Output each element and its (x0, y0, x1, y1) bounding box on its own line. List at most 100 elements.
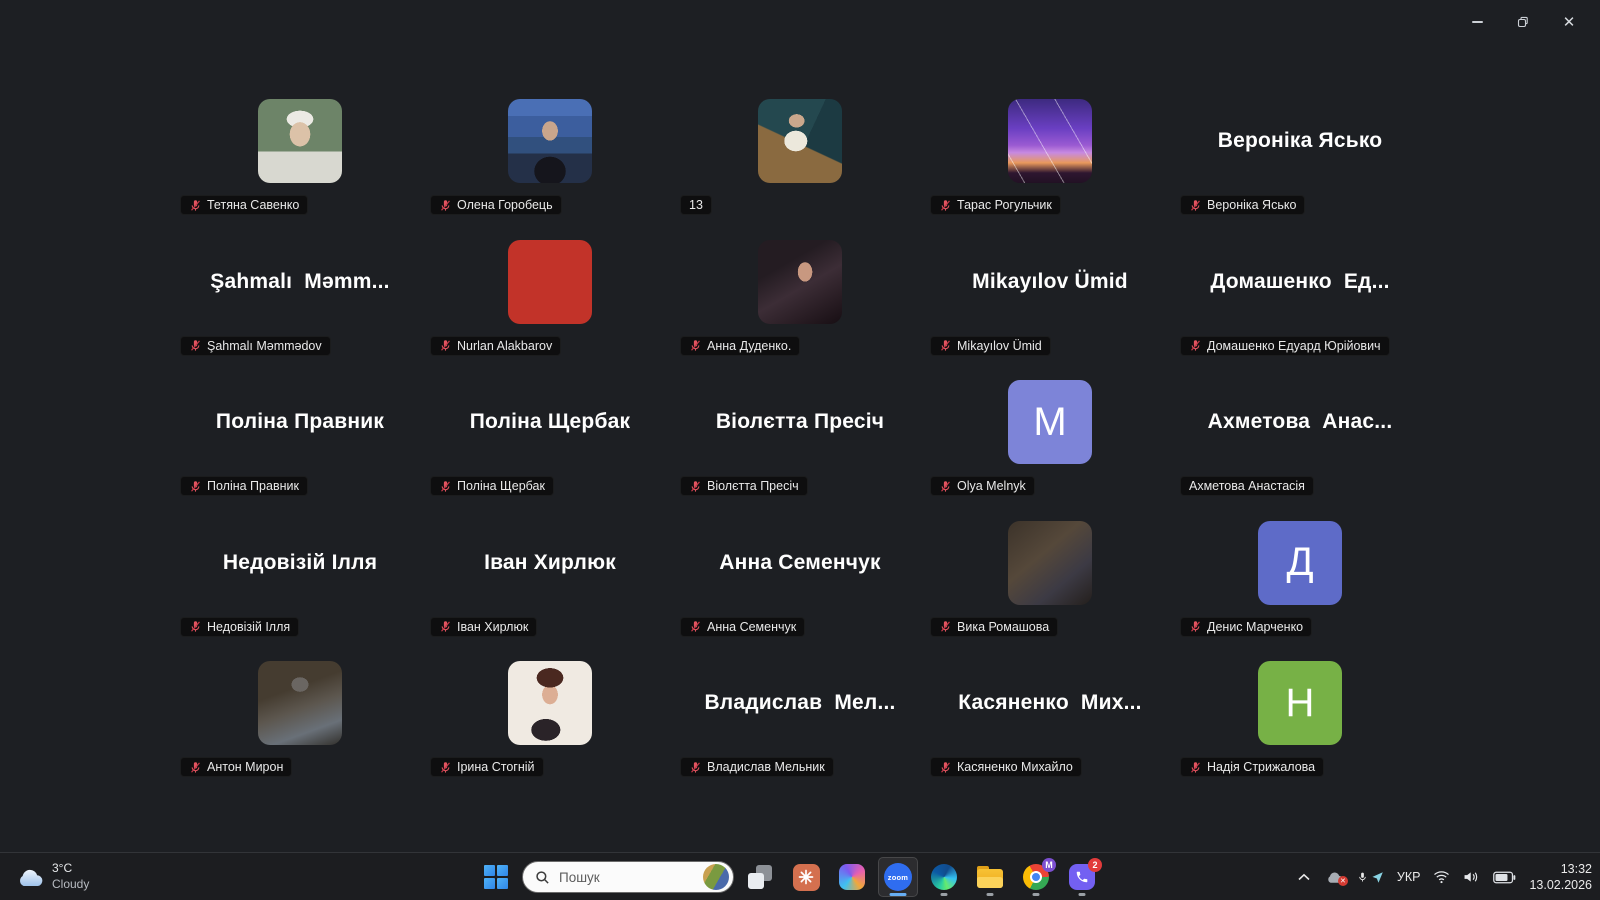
participant-tile[interactable]: Віолєтта Пресіч Віолєтта Пресіч (675, 368, 925, 509)
participant-avatar-solid (508, 239, 592, 324)
restore-button[interactable] (1500, 6, 1546, 38)
participant-name-tag: Анна Дуденко. (680, 335, 801, 356)
close-button[interactable]: ✕ (1546, 6, 1592, 38)
participant-tile[interactable]: Вика Ромашова (925, 509, 1175, 650)
clock[interactable]: 13:32 13.02.2026 (1529, 861, 1592, 894)
muted-mic-icon (691, 340, 700, 351)
participant-tile[interactable]: Н Надія Стрижалова (1175, 649, 1425, 790)
participant-tile[interactable]: Şahmalı Məmm... Şahmalı Məmmədov (175, 228, 425, 369)
participant-display-name: Касяненко Мих... (958, 691, 1142, 714)
participant-name-label: Антон Мирон (207, 760, 284, 774)
participant-tile[interactable]: Іван Хирлюк Іван Хирлюк (425, 509, 675, 650)
participant-name-label: Іван Хирлюк (457, 619, 529, 634)
participant-display-name: Поліна Щербак (469, 410, 631, 433)
participant-name-tag: Домашенко Едуард Юрійович (1180, 335, 1390, 356)
participant-tile[interactable]: Недовізій Ілля Недовізій Ілля (175, 509, 425, 650)
muted-mic-icon (191, 621, 200, 632)
volume-button[interactable] (1463, 870, 1480, 884)
search-box[interactable]: Пошук (522, 861, 734, 893)
participant-tile[interactable]: Вероніка Ясько Вероніка Ясько (1175, 87, 1425, 228)
participant-name-label: Анна Семенчук (707, 619, 797, 634)
participant-avatar-photo (1008, 99, 1092, 183)
participant-name-label: Недовізій Ілля (207, 619, 291, 634)
tray-chevron-button[interactable] (1297, 872, 1311, 882)
participant-name-label: 13 (689, 198, 703, 212)
participant-tile[interactable]: 13 (675, 87, 925, 228)
participant-tile[interactable]: Nurlan Alakbarov (425, 228, 675, 369)
participant-tile[interactable]: Поліна Правник Поліна Правник (175, 368, 425, 509)
language-indicator[interactable]: УКР (1397, 870, 1421, 884)
participant-tile[interactable]: Тарас Рогульчик (925, 87, 1175, 228)
taskbar-app-edge[interactable] (924, 857, 964, 897)
participant-tile[interactable]: Домашенко Ед... Домашенко Едуард Юрійович (1175, 228, 1425, 369)
participant-tile[interactable]: Тетяна Савенко (175, 87, 425, 228)
wifi-button[interactable] (1433, 870, 1450, 884)
participant-name-tag: Антон Мирон (180, 757, 293, 777)
participant-tile[interactable]: Владислав Мел... Владислав Мельник (675, 649, 925, 790)
participant-name-label: Надія Стрижалова (1207, 760, 1316, 774)
running-indicator (986, 893, 994, 896)
search-daily-image[interactable] (703, 864, 729, 890)
battery-icon (1493, 871, 1516, 883)
participant-name-tag: 13 (680, 195, 712, 215)
participant-display-name: Поліна Правник (215, 410, 385, 433)
participant-tile[interactable]: Д Денис Марченко (1175, 509, 1425, 650)
participant-tile[interactable]: Касяненко Мих... Касяненко Михайло (925, 649, 1175, 790)
participant-name-label: Домашенко Едуард Юрійович (1207, 338, 1381, 353)
battery-button[interactable] (1493, 871, 1516, 884)
participant-tile[interactable]: Анна Семенчук Анна Семенчук (675, 509, 925, 650)
weather-widget[interactable]: 3°C Cloudy (14, 858, 89, 896)
participant-avatar-photo (1008, 520, 1092, 605)
participant-tile[interactable]: Ірина Стогній (425, 649, 675, 790)
participant-name-label: Olya Melnyk (957, 479, 1026, 493)
muted-mic-icon (1191, 761, 1200, 773)
participant-name-tag: Тетяна Савенко (180, 195, 309, 215)
taskbar-app-claude[interactable] (786, 857, 826, 897)
location-in-use-icon (1372, 871, 1383, 883)
participant-name-label: Şahmalı Məmmədov (207, 338, 322, 353)
participant-name-label: Ірина Стогній (457, 760, 535, 774)
running-indicator (889, 893, 907, 896)
taskbar-center: Пошук zoom M 2 (476, 853, 1102, 900)
taskbar-app-viber[interactable]: 2 (1062, 857, 1102, 897)
participant-name-tag: Ірина Стогній (430, 757, 544, 777)
participant-name-label: Вероніка Ясько (1207, 198, 1297, 212)
participant-avatar-photo (758, 239, 842, 324)
participant-name-tag: Вика Ромашова (930, 616, 1059, 637)
participant-tile[interactable]: M Olya Melnyk (925, 368, 1175, 509)
taskbar-app-copilot[interactable] (832, 857, 872, 897)
participant-tile[interactable]: Олена Горобець (425, 87, 675, 228)
participant-tile[interactable]: Mikayılov Ümid Mikayılov Ümid (925, 228, 1175, 369)
muted-mic-icon (191, 761, 200, 773)
participant-display-name: Віолєтта Пресіч (715, 410, 885, 433)
participant-tile[interactable]: Антон Мирон (175, 649, 425, 790)
running-indicator (1078, 893, 1086, 896)
participant-name-tag: Поліна Правник (180, 476, 308, 496)
participant-name-tag: Владислав Мельник (680, 757, 834, 777)
participant-name-tag: Віолєтта Пресіч (680, 476, 808, 496)
participant-avatar-letter: Д (1258, 520, 1342, 605)
participant-tile[interactable]: Анна Дуденко. (675, 228, 925, 369)
mic-in-use-indicator[interactable] (1357, 870, 1384, 884)
avatar-letter: Д (1286, 540, 1314, 584)
participant-avatar-photo (258, 99, 342, 183)
onedrive-status-icon[interactable]: ✕ (1324, 870, 1348, 886)
taskbar-app-file-explorer[interactable] (970, 857, 1010, 897)
chevron-up-icon (1298, 873, 1310, 881)
participant-tile[interactable]: Поліна Щербак Поліна Щербак (425, 368, 675, 509)
taskbar-app-zoom[interactable]: zoom (878, 857, 918, 897)
minimize-button[interactable] (1454, 6, 1500, 38)
muted-mic-icon (941, 621, 950, 632)
taskbar-app-chrome[interactable]: M (1016, 857, 1056, 897)
participant-tile[interactable]: Ахметова Анас... Ахметова Анастасія (1175, 368, 1425, 509)
zoom-icon: zoom (884, 863, 912, 891)
muted-mic-icon (191, 340, 200, 351)
participant-name-tag: Вероніка Ясько (1180, 195, 1306, 215)
start-button[interactable] (476, 857, 516, 897)
taskbar-app-task-view[interactable] (740, 857, 780, 897)
participant-display-name: Ахметова Анас... (1207, 410, 1393, 433)
claude-icon (792, 863, 820, 891)
running-indicator (940, 893, 948, 896)
participant-avatar-photo (758, 99, 842, 183)
participant-name-label: Поліна Щербак (457, 479, 545, 493)
